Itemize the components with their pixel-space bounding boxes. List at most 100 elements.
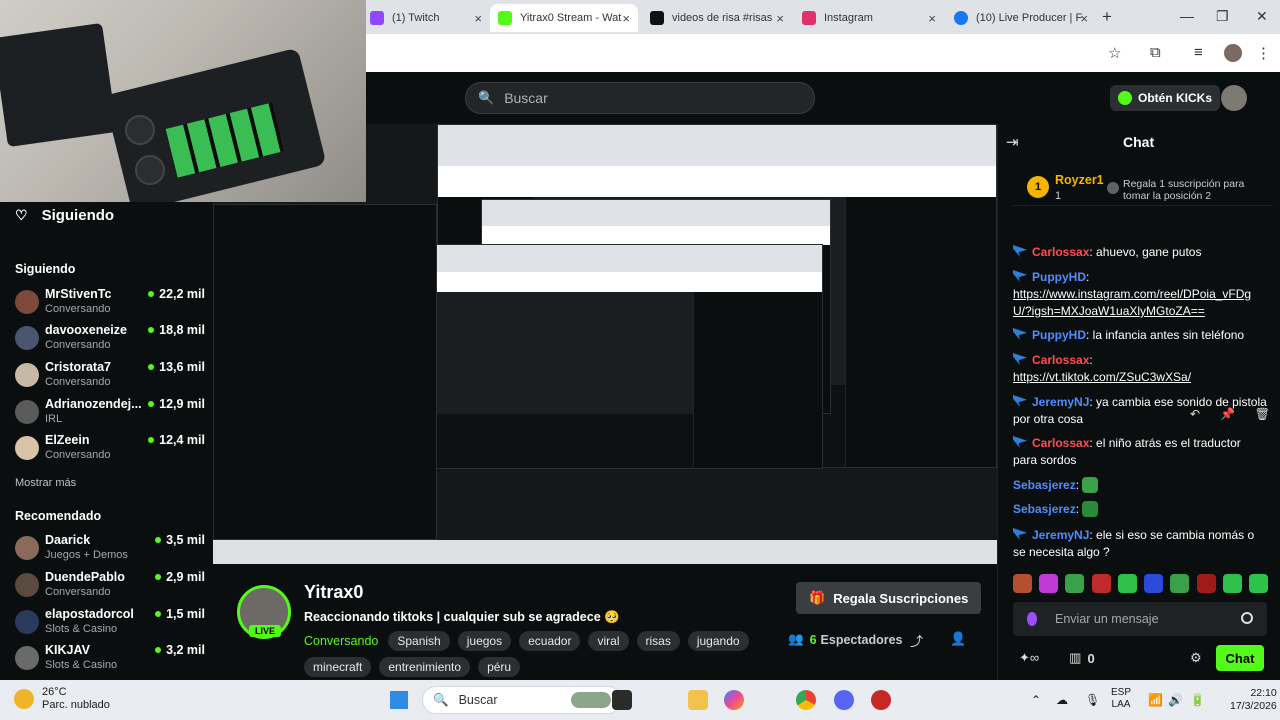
emote-icon[interactable] [1196, 574, 1216, 593]
channel-item[interactable]: MrStivenTc Conversando 22,2 mil [15, 286, 205, 320]
new-tab-button[interactable]: + [1102, 7, 1112, 27]
profile-avatar[interactable] [1224, 44, 1242, 62]
battery-icon[interactable]: 🔋 [1190, 693, 1205, 707]
following-nav[interactable]: ♡ Siguiendo [15, 207, 114, 224]
minimize-button[interactable]: — [1180, 8, 1194, 24]
menu-dots-icon[interactable]: ⋮ [1256, 44, 1271, 62]
emote-icon[interactable] [1170, 574, 1190, 593]
bookmark-star-icon[interactable]: ☆ [1108, 44, 1121, 62]
delete-icon[interactable]: 🗑 [1255, 407, 1270, 421]
search-input[interactable]: 🔍 Buscar [465, 82, 815, 114]
emote-icon[interactable] [1248, 574, 1268, 593]
channel-item[interactable]: Cristorata7 Conversando 13,6 mil [15, 359, 205, 393]
channel-item[interactable]: davooxeneize Conversando 18,8 mil [15, 322, 205, 356]
tag-chip[interactable]: Spanish [388, 631, 450, 651]
onedrive-icon[interactable]: ☁ [1056, 693, 1068, 707]
show-more-link[interactable]: Mostrar más [15, 477, 76, 489]
weather-widget[interactable]: 26°C Parc. nublado [14, 686, 110, 712]
windows-start-icon[interactable] [390, 691, 408, 709]
extensions-icon[interactable]: ⧉ [1150, 44, 1161, 61]
emote-icon[interactable] [1065, 574, 1085, 593]
chat-username[interactable]: Carlossax [1032, 353, 1089, 367]
tag-chip[interactable]: viral [588, 631, 629, 651]
chat-username[interactable]: Sebasjerez [1013, 502, 1076, 516]
emote-icon[interactable] [1117, 574, 1137, 593]
search-icon: 🔍 [433, 692, 449, 707]
user-avatar[interactable] [1221, 85, 1247, 111]
emote-icon[interactable] [1144, 574, 1164, 593]
tab-instagram[interactable]: Instagram × [794, 4, 944, 32]
tab-tiktok[interactable]: videos de risa #risas × [642, 4, 792, 32]
discord-icon[interactable] [834, 690, 854, 710]
tab-twitch[interactable]: (1) Twitch × [362, 4, 490, 32]
collapse-chat-icon[interactable]: ⇥ [1006, 133, 1019, 151]
copilot-icon[interactable] [724, 690, 744, 710]
tag-chip[interactable]: entrenimiento [379, 657, 471, 677]
recording-app-icon[interactable] [871, 690, 891, 710]
top-gifter-name[interactable]: Royzer1 [1055, 173, 1104, 187]
pin-icon[interactable]: 📌 [1220, 407, 1235, 421]
taskbar-search[interactable]: 🔍 Buscar [422, 686, 622, 714]
emote-icon[interactable] [1013, 574, 1032, 593]
chat-username[interactable]: JeremyNJ [1032, 395, 1089, 409]
share-icon[interactable]: ⤴ [910, 631, 923, 650]
channel-item[interactable]: elapostadorcol Slots & Casino 1,5 mil [15, 606, 205, 640]
stream-category-link[interactable]: Conversando [304, 634, 378, 648]
reply-icon[interactable]: ↶ [1190, 407, 1200, 421]
tag-chip[interactable]: ecuador [519, 631, 581, 651]
file-explorer-icon[interactable] [688, 690, 708, 710]
gift-subscriptions-button[interactable]: 🎁 Regala Suscripciones [796, 582, 982, 614]
maximize-button[interactable]: ❐ [1216, 8, 1229, 25]
task-view-icon[interactable] [612, 690, 632, 710]
chat-username[interactable]: JeremyNJ [1032, 528, 1089, 542]
chrome-icon[interactable] [796, 690, 816, 710]
chat-link[interactable]: https://www.instagram.com/reel/DPoia_vFD… [1013, 287, 1251, 318]
emote-icon[interactable] [1222, 574, 1242, 593]
chat-username[interactable]: Sebasjerez [1013, 478, 1076, 492]
channel-item[interactable]: Daarick Juegos + Demos 3,5 mil [15, 532, 205, 566]
follow-user-icon[interactable]: 👤 [950, 631, 966, 647]
tab-facebook[interactable]: (10) Live Producer | F × [946, 4, 1096, 32]
language-indicator[interactable]: ESP LAA [1111, 687, 1131, 711]
tag-chip[interactable]: minecraft [304, 657, 372, 677]
tag-chip[interactable]: juegos [457, 631, 512, 651]
viewer-count-value: 12,4 mil [159, 433, 205, 447]
channel-item[interactable]: DuendePablo Conversando 2,9 mil [15, 569, 205, 603]
get-kicks-button[interactable]: Obtén KICKs [1110, 85, 1221, 111]
chat-settings-icon[interactable]: ⚙ [1190, 650, 1202, 666]
tray-overflow-icon[interactable]: ⌃ [1031, 693, 1041, 707]
media-control-icon[interactable]: ≡ [1194, 44, 1203, 61]
close-tab-icon[interactable]: × [928, 11, 936, 26]
points-icon[interactable]: ✦∞ [1019, 650, 1039, 666]
send-chat-button[interactable]: Chat [1216, 645, 1264, 671]
chat-username[interactable]: Carlossax [1032, 436, 1089, 450]
channel-item[interactable]: Adrianozendej... IRL 12,9 mil [15, 396, 205, 430]
avatar [15, 436, 39, 460]
volume-icon[interactable]: 🔊 [1168, 693, 1183, 707]
streamer-name[interactable]: Yitrax0 [304, 582, 363, 603]
tag-chip[interactable]: jugando [687, 631, 749, 651]
close-tab-icon[interactable]: × [474, 11, 482, 26]
wifi-icon[interactable]: 📶 [1148, 693, 1163, 707]
close-tab-icon[interactable]: × [1080, 11, 1088, 26]
channel-item[interactable]: KIKJAV Slots & Casino 3,2 mil [15, 642, 205, 676]
chest-icon[interactable]: ▥ [1069, 650, 1081, 666]
close-tab-icon[interactable]: × [776, 11, 784, 26]
chat-username[interactable]: PuppyHD [1032, 328, 1086, 342]
chat-username[interactable]: PuppyHD [1032, 270, 1086, 284]
system-clock[interactable]: 22:10 17/3/2026 [1230, 687, 1277, 713]
channel-item[interactable]: ElZeein Conversando 12,4 mil [15, 432, 205, 466]
chat-username[interactable]: Carlossax [1032, 245, 1089, 259]
tag-chip[interactable]: péru [478, 657, 521, 677]
chat-link[interactable]: https://vt.tiktok.com/ZSuC3wXSa/ [1013, 370, 1191, 384]
emoji-picker-icon[interactable] [1241, 612, 1253, 624]
close-window-button[interactable]: ✕ [1256, 8, 1268, 25]
microphone-icon[interactable]: 🎙 [1085, 693, 1100, 707]
get-kicks-label: Obtén KICKs [1138, 91, 1213, 105]
emote-icon[interactable] [1039, 574, 1059, 593]
tag-chip[interactable]: risas [636, 631, 680, 651]
emote-icon[interactable] [1091, 574, 1111, 593]
close-tab-icon[interactable]: × [622, 11, 630, 26]
tab-kick-stream[interactable]: Yitrax0 Stream - Wat × [490, 4, 638, 32]
chat-message-input[interactable]: Enviar un mensaje [1013, 602, 1267, 636]
